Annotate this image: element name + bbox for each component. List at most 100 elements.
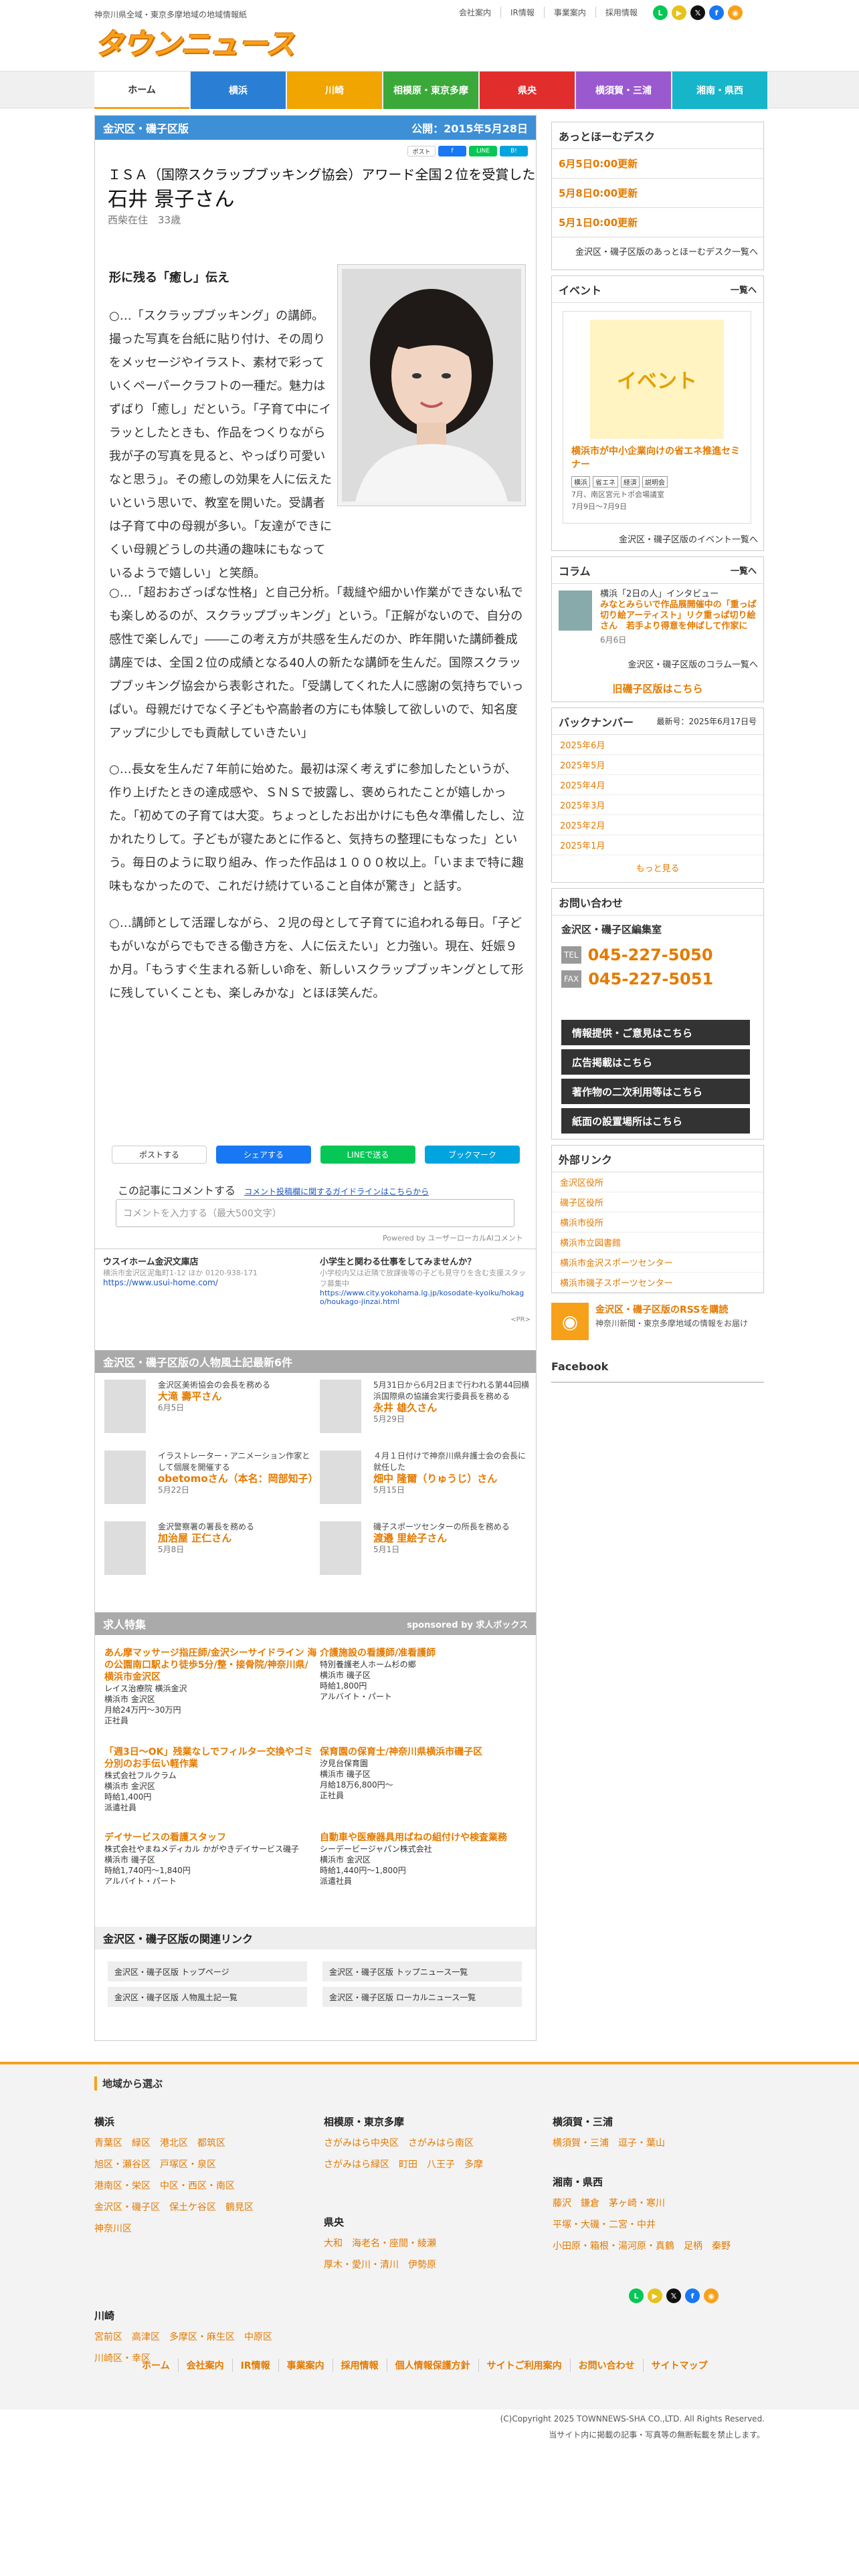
people-thumbnail[interactable] [104,1451,146,1504]
people-name[interactable]: obetomoさん（本名：岡部知子） [158,1473,318,1485]
desk-item-3[interactable]: 5月1日0:00更新 [552,208,763,237]
footer-region-links[interactable]: 宮前区 高津区 多摩区・麻生区 中原区 [94,2327,272,2348]
top-link-business[interactable]: 事業案内 [545,7,596,18]
people-thumbnail[interactable] [320,1380,361,1433]
people-thumbnail[interactable] [320,1521,361,1575]
backnumber-item[interactable]: 2025年1月 [552,835,763,855]
footer-region-links[interactable]: 平塚・大磯・二宮・中井 [553,2214,731,2236]
x-icon[interactable]: 𝕏 [690,5,705,20]
nav-tab[interactable]: ホーム [94,72,189,109]
line-icon[interactable]: L [653,5,668,20]
related-link-localnews[interactable]: 金沢区・磯子区版 ローカルニュース一覧 [322,1987,522,2007]
top-link-company[interactable]: 会社案内 [450,7,502,18]
comment-input[interactable]: コメントを入力する（最大500文字） [116,1199,514,1227]
people-item[interactable]: 金沢警察署の署長を務める 加治屋 正仁さん 5月8日 [104,1521,320,1588]
backnumber-item[interactable]: 2025年4月 [552,775,763,795]
desk-item-1[interactable]: 6月5日0:00更新 [552,149,763,179]
ad-title[interactable]: ウスイホーム金沢文庫店 [103,1255,310,1267]
backnumber-item[interactable]: 2025年2月 [552,815,763,835]
job-item[interactable]: 「週3日～OK」残業なしでフィルター交換やゴミ分別のお手伝い軽作業 株式会社フルク… [104,1746,317,1813]
job-title[interactable]: 介護施設の看護師/准看護師 [320,1647,533,1659]
people-name[interactable]: 永井 雄久さん [373,1402,533,1414]
contact-btn-copyright[interactable]: 著作物の二次利用等はこちら [561,1079,750,1104]
ad-url[interactable]: https://www.usui-home.com/ [103,1278,310,1287]
share-x-button[interactable]: ポストする [112,1146,207,1164]
ad-title[interactable]: 小学生と関わる仕事をしてみませんか？ [320,1255,527,1267]
footer-region-links[interactable]: 神奈川区 [94,2218,254,2240]
event-tag[interactable]: 省エネ [593,476,618,488]
contact-btn-info[interactable]: 情報提供・ご意見はこちら [561,1020,750,1045]
external-link[interactable]: 横浜市立図書館 [552,1232,763,1253]
mini-x-button[interactable]: ポスト [407,146,436,156]
share-facebook-button[interactable]: シェアする [216,1146,311,1164]
job-title[interactable]: 保育園の保育士/神奈川県横浜市磯子区 [320,1746,533,1758]
people-item[interactable]: イラストレーター・アニメーション作家として個展を開催する obetomoさん（本名… [104,1451,320,1517]
rss-icon[interactable]: ◉ [704,2288,719,2303]
job-title[interactable]: デイサービスの看護スタッフ [104,1832,317,1844]
comment-guideline-link[interactable]: コメント投稿欄に関するガイドラインはこちらから [244,1187,429,1196]
footer-nav-link[interactable]: サイトご利用案内 [479,2359,571,2372]
event-card[interactable]: イベント 横浜市が中小企業向けの省エネ推進セミナー 横浜 省エネ 経済 説明会 … [563,311,751,524]
job-title[interactable]: 「週3日～OK」残業なしでフィルター交換やゴミ分別のお手伝い軽作業 [104,1746,317,1770]
column-more-link[interactable]: 金沢区・磯子区版のコラム一覧へ [628,657,758,670]
event-tag[interactable]: 経済 [621,476,640,488]
youtube-icon[interactable]: ▶ [672,5,686,20]
tel-number[interactable]: 045-227-5050 [588,946,713,964]
people-item[interactable]: 磯子スポーツセンターの所長を務める 渡邉 里絵子さん 5月1日 [320,1521,535,1588]
footer-region-links[interactable]: 藤沢 鎌倉 茅ヶ崎・寒川 [553,2193,731,2214]
column-list-link[interactable]: 一覧へ [731,564,757,576]
footer-region-links[interactable]: さがみはら中央区 さがみはら南区 [324,2133,483,2154]
youtube-icon[interactable]: ▶ [648,2288,662,2303]
footer-region-links[interactable]: 小田原・箱根・湯河原・真鶴 足柄 秦野 [553,2236,731,2257]
rss-icon[interactable]: ◉ [728,5,743,20]
share-line-button[interactable]: LINEで送る [320,1146,415,1164]
people-item[interactable]: 5月31日から6月2日まで行われる第44回横浜国際県の協議会実行委員長を務める永… [320,1380,535,1446]
footer-nav-link[interactable]: 採用情報 [333,2359,387,2372]
rss-title[interactable]: 金沢区・磯子区版のRSSを購読 [595,1303,728,1316]
footer-region-links[interactable]: 港南区・栄区 中区・西区・南区 [94,2175,254,2197]
external-link[interactable]: 横浜市磯子スポーツセンター [552,1273,763,1293]
backnumber-item[interactable]: 2025年3月 [552,795,763,815]
top-link-ir[interactable]: IR情報 [501,7,545,18]
facebook-icon[interactable]: f [685,2288,700,2303]
job-title[interactable]: 自動車や医療器具用ばねの組付けや検査業務 [320,1832,533,1844]
backnumber-more[interactable]: もっと見る [552,855,763,879]
people-name[interactable]: 畑中 隆爾（りゅうじ）さん [373,1473,533,1485]
external-link[interactable]: 磯子区役所 [552,1192,763,1212]
footer-nav-link[interactable]: ホーム [134,2359,179,2372]
external-link[interactable]: 金沢区役所 [552,1172,763,1192]
footer-region-links[interactable]: さがみはら緑区 町田 八王子 多摩 [324,2154,483,2175]
footer-nav-link[interactable]: サイトマップ [644,2359,716,2372]
external-link[interactable]: 横浜市金沢スポーツセンター [552,1253,763,1273]
people-item[interactable]: ４月１日付けで神奈川県弁護士会の会長に就任した 畑中 隆爾（りゅうじ）さん 5月15… [320,1451,535,1517]
event-title[interactable]: 横浜市が中小企業向けの省エネ推進セミナー [563,439,751,476]
event-tag[interactable]: 横浜 [571,476,590,488]
nav-tab[interactable]: 横須賀・三浦 [576,72,671,109]
event-list-link[interactable]: 一覧へ [731,283,757,296]
nav-tab[interactable]: 相模原・東京多摩 [383,72,478,109]
event-more-link[interactable]: 金沢区・磯子区版のイベント一覧へ [619,532,758,545]
facebook-icon[interactable]: f [709,5,724,20]
nav-tab[interactable]: 横浜 [191,72,286,109]
ad-item-2[interactable]: 小学生と関わる仕事をしてみませんか？ 小学校内又は近隣で放課後等の子ども見守りを… [320,1255,527,1306]
footer-nav-link[interactable]: 事業案内 [279,2359,333,2372]
footer-nav-link[interactable]: IR情報 [233,2359,279,2372]
backnumber-item[interactable]: 2025年6月 [552,735,763,755]
footer-region-links[interactable]: 旭区・瀬谷区 戸塚区・泉区 [94,2154,254,2175]
job-item[interactable]: 保育園の保育士/神奈川県横浜市磯子区 汐見台保育園 横浜市 磯子区 月給18万6,80… [320,1746,533,1801]
footer-nav-link[interactable]: 個人情報保護方針 [387,2359,479,2372]
job-item[interactable]: 介護施設の看護師/准看護師 特別養護老人ホーム杉の郷 横浜市 磯子区 時給1,800円… [320,1647,533,1702]
job-item[interactable]: あん摩マッサージ指圧師/金沢シーサイドライン 海の公園南口駅より徒歩5分/整・接… [104,1647,317,1726]
footer-nav-link[interactable]: 会社案内 [179,2359,233,2372]
people-thumbnail[interactable] [104,1521,146,1575]
mini-line-button[interactable]: LINE [469,146,497,156]
column-thumbnail[interactable] [559,591,592,631]
people-item[interactable]: 金沢区美術協会の会長を務める 大滝 壽平さん 6月5日 [104,1380,320,1446]
share-bookmark-button[interactable]: ブックマーク [425,1146,520,1164]
footer-region-links[interactable]: 金沢区・磯子区 保土ケ谷区 鶴見区 [94,2197,254,2218]
backnumber-item[interactable]: 2025年5月 [552,755,763,775]
footer-nav-link[interactable]: お問い合わせ [571,2359,644,2372]
footer-region-links[interactable]: 青葉区 緑区 港北区 都筑区 [94,2133,254,2154]
event-tag[interactable]: 説明会 [642,476,668,488]
top-link-recruit[interactable]: 採用情報 [596,7,647,18]
